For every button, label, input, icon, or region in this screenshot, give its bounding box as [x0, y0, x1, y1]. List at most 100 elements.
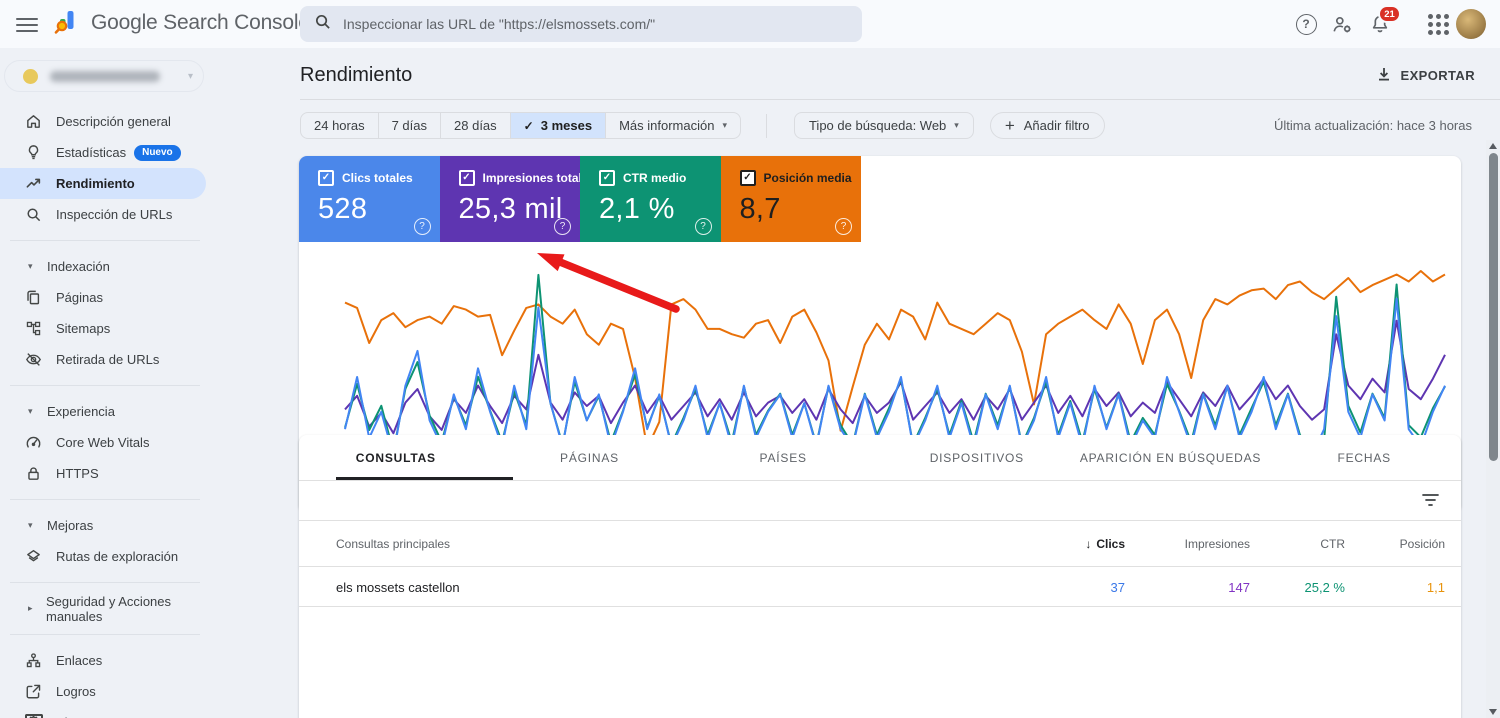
main-content: Rendimiento EXPORTAR 24 horas 7 días 28 dí… — [210, 48, 1500, 718]
help-icon[interactable]: ? — [694, 218, 712, 235]
date-chip-7-d-as[interactable]: 7 días — [377, 113, 440, 138]
sidebar-item-rendimiento[interactable]: Rendimiento — [0, 168, 206, 199]
plus-icon: + — [1004, 115, 1015, 135]
checked-checkbox-icon[interactable]: ✓ — [318, 170, 334, 186]
notification-count-badge: 21 — [1378, 5, 1401, 23]
date-chip-24-horas[interactable]: 24 horas — [301, 113, 378, 138]
sidebar-item-label: Estadísticas — [56, 145, 127, 160]
divider — [765, 113, 767, 138]
property-selector[interactable]: ▾ — [4, 60, 204, 92]
sidebar-item-enlaces[interactable]: Enlaces — [0, 645, 210, 676]
date-chip-28-d-as[interactable]: 28 días — [440, 113, 510, 138]
achievements-icon — [25, 683, 42, 700]
divider — [299, 606, 1461, 607]
help-icon[interactable]: ? — [413, 218, 431, 235]
column-header-consultas[interactable]: Consultas principales — [336, 537, 1005, 551]
sidebar-section-experiencia[interactable]: ▾ Experiencia — [0, 396, 210, 427]
search-input[interactable] — [341, 15, 848, 33]
scroll-up-arrow[interactable] — [1489, 143, 1497, 149]
sidebar-item-https[interactable]: HTTPS — [0, 458, 210, 489]
help-icon[interactable]: ? — [835, 218, 852, 235]
metric-cards: ✓Clics totales528?✓Impresiones total...2… — [299, 156, 861, 242]
filter-chips-row: 24 horas 7 días 28 días ✓ 3 meses Más informa… — [300, 112, 1105, 139]
chevron-down-icon: ▾ — [722, 120, 727, 130]
property-name-redacted — [50, 70, 160, 82]
scrollbar-thumb[interactable] — [1488, 153, 1498, 461]
sidebar-item-descripci-n-general[interactable]: Descripción general — [0, 106, 210, 137]
google-apps-grid-icon[interactable] — [1424, 10, 1452, 38]
metric-card-ctr-medio[interactable]: ✓ CTR medio 2,1 %? — [580, 156, 721, 242]
filter-list-icon[interactable] — [1422, 493, 1439, 512]
sidebar-item-sitemaps[interactable]: Sitemaps — [0, 313, 210, 344]
add-filter-chip[interactable]: + Añadir filtro — [989, 112, 1105, 139]
property-favicon — [23, 68, 38, 84]
sidebar-item-label: HTTPS — [56, 466, 99, 481]
metric-card-posici-n-media[interactable]: ✓ Posición media 8,7? — [720, 156, 861, 242]
tab-p-ginas[interactable]: PÁGINAS — [493, 435, 687, 480]
home-icon — [25, 113, 42, 130]
sidebar-item-label: Sitemaps — [56, 321, 111, 336]
help-icon[interactable]: ? — [1292, 10, 1320, 38]
brand-title: Google Search Console — [91, 11, 310, 34]
sidebar-item-label: Páginas — [56, 290, 103, 305]
url-inspection-icon — [25, 206, 42, 223]
posicion-value: 1,1 — [1426, 579, 1445, 595]
column-header-posicion[interactable]: Posición — [1345, 537, 1445, 551]
tab-dispositivos[interactable]: DISPOSITIVOS — [880, 435, 1074, 480]
performance-icon — [25, 175, 42, 192]
column-header-ctr[interactable]: CTR — [1250, 537, 1345, 551]
divider — [10, 240, 200, 241]
sidebar-item-inspecci-n-de-urls[interactable]: Inspección de URLs — [0, 199, 210, 230]
sidebar-section-indexaci-n[interactable]: ▾ Indexación — [0, 251, 210, 282]
chevron-down-icon: ▾ — [187, 70, 193, 82]
core-web-vitals-icon — [25, 434, 42, 451]
metric-card-impresiones-total-[interactable]: ✓Impresiones total...25,3 mil? — [439, 156, 580, 242]
hamburger-menu-icon[interactable] — [16, 14, 38, 34]
date-chip-3-meses[interactable]: ✓ 3 meses — [509, 113, 606, 138]
scroll-down-arrow[interactable] — [1489, 709, 1497, 715]
check-icon: ✓ — [523, 118, 534, 133]
links-icon — [25, 652, 42, 669]
user-avatar[interactable] — [1456, 9, 1486, 39]
column-header-impresiones[interactable]: Impresiones — [1125, 537, 1250, 551]
checked-checkbox-icon[interactable]: ✓ — [458, 170, 475, 186]
tab-fechas[interactable]: FECHAS — [1267, 435, 1461, 480]
sidebar-section-mejoras[interactable]: ▾ Mejoras — [0, 510, 210, 541]
vertical-scrollbar[interactable] — [1486, 140, 1500, 718]
sitemaps-icon — [25, 320, 42, 337]
checked-checkbox-icon[interactable]: ✓ — [599, 170, 615, 186]
manage-accounts-icon[interactable] — [1328, 10, 1356, 38]
sort-arrow-down-icon: ↓ — [1085, 537, 1092, 551]
tab-aparici-n-en-b-squedas[interactable]: APARICIÓN EN BÚSQUEDAS — [1074, 435, 1268, 480]
sidebar-item-estad-sticas[interactable]: Estadísticas Nuevo — [0, 137, 210, 168]
page-title: Rendimiento — [300, 64, 413, 86]
export-button[interactable]: EXPORTAR — [1376, 66, 1475, 85]
chevron-down-icon: ▾ — [28, 520, 33, 530]
download-icon — [1376, 66, 1392, 85]
query-cell: els mossets castellon — [336, 579, 460, 595]
table-row[interactable]: els mossets castellon 37 147 25,2 % 1,1 — [299, 567, 1461, 607]
sidebar-item-logros[interactable]: Logros — [0, 676, 210, 707]
help-icon[interactable]: ? — [554, 218, 571, 235]
sidebar-item-p-ginas[interactable]: Páginas — [0, 282, 210, 313]
chart-series-position — [344, 270, 1446, 450]
sidebar-item-core-web-vitals[interactable]: Core Web Vitals — [0, 427, 210, 458]
column-header-clics[interactable]: ↓ Clics — [1005, 537, 1125, 551]
tab-pa-ses[interactable]: PAÍSES — [686, 435, 880, 480]
sidebar-item-retirada-de-urls[interactable]: Retirada de URLs — [0, 344, 210, 375]
metric-card-clics-totales[interactable]: ✓ Clics totales 528? — [299, 156, 440, 242]
ctr-value: 25,2 % — [1304, 579, 1345, 595]
table-filter-row — [299, 481, 1461, 520]
chevron-right-icon: ▸ — [28, 603, 33, 613]
search-type-chip[interactable]: Tipo de búsqueda: Web ▾ — [793, 112, 974, 139]
date-chip-m-s-informaci-n[interactable]: Más información ▾ — [605, 113, 740, 138]
notifications-bell-icon[interactable]: 21 — [1366, 5, 1401, 38]
divider — [10, 582, 200, 583]
checked-checkbox-icon[interactable]: ✓ — [739, 170, 756, 186]
sidebar-item-rutas-de-exploraci-n[interactable]: Rutas de exploración — [0, 541, 210, 572]
queries-table-panel: CONSULTAS PÁGINAS PAÍSES DISPOSITIVOS APARIC… — [299, 435, 1461, 718]
url-inspection-searchbar[interactable] — [300, 6, 862, 42]
divider — [10, 385, 200, 386]
sidebar-section-seguridad-y-acciones-manuales[interactable]: ▸ Seguridad y Acciones manuales — [0, 593, 210, 624]
tab-consultas[interactable]: CONSULTAS — [299, 435, 493, 480]
